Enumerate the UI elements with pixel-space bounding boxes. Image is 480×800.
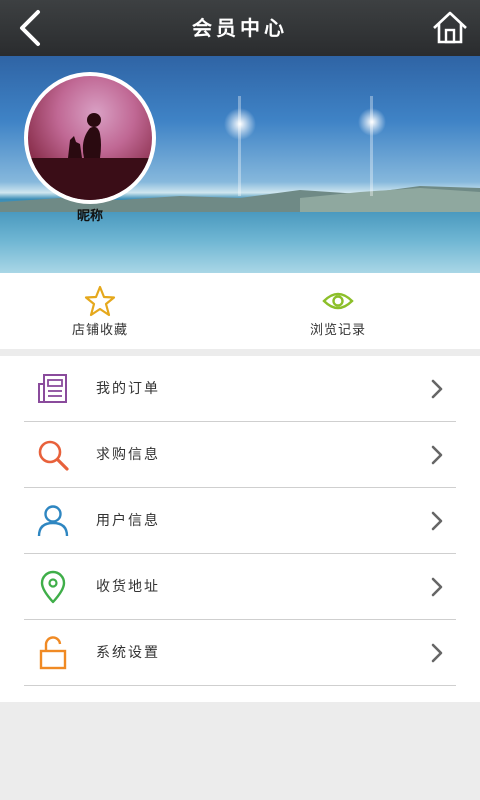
menu-item-label: 系统设置 [96, 645, 160, 661]
home-icon[interactable] [430, 8, 470, 48]
menu-item-my-orders[interactable]: 我的订单 [24, 356, 456, 422]
location-pin-icon [40, 570, 66, 604]
newspaper-icon [38, 374, 67, 403]
store-favorites-button[interactable]: 店铺收藏 [0, 273, 200, 349]
menu-item-label: 收货地址 [96, 579, 160, 595]
menu-item-label: 用户信息 [96, 513, 160, 529]
menu-item-shipping-address[interactable]: 收货地址 [24, 554, 456, 620]
menu-item-system-settings[interactable]: 系统设置 [24, 620, 456, 686]
eye-icon [322, 292, 354, 310]
browse-history-label: 浏览记录 [309, 323, 366, 338]
menu-item-label: 求购信息 [96, 447, 160, 463]
menu-item-label: 我的订单 [96, 381, 160, 397]
chevron-right-icon [431, 643, 443, 663]
nickname-label[interactable]: 昵称 [60, 205, 120, 224]
avatar-silhouette [28, 113, 152, 200]
top-bar: 会员中心 [0, 0, 480, 56]
chevron-right-icon [431, 577, 443, 597]
chevron-right-icon [431, 379, 443, 399]
menu-item-purchase-requests[interactable]: 求购信息 [24, 422, 456, 488]
store-favorites-label: 店铺收藏 [71, 323, 128, 338]
user-icon [37, 505, 69, 537]
chevron-right-icon [431, 445, 443, 465]
menu-list: 我的订单 求购信息 用户信息 收货地址 系统设置 [0, 356, 480, 702]
quick-actions: 店铺收藏 浏览记录 [0, 273, 480, 349]
chevron-right-icon [431, 511, 443, 531]
magnifier-icon [38, 440, 69, 471]
avatar-image [28, 76, 152, 200]
star-icon [84, 285, 116, 317]
browse-history-button[interactable]: 浏览记录 [238, 273, 438, 349]
avatar[interactable] [24, 72, 156, 204]
page-title: 会员中心 [192, 16, 288, 40]
unlock-icon [39, 636, 67, 670]
menu-item-user-info[interactable]: 用户信息 [24, 488, 456, 554]
